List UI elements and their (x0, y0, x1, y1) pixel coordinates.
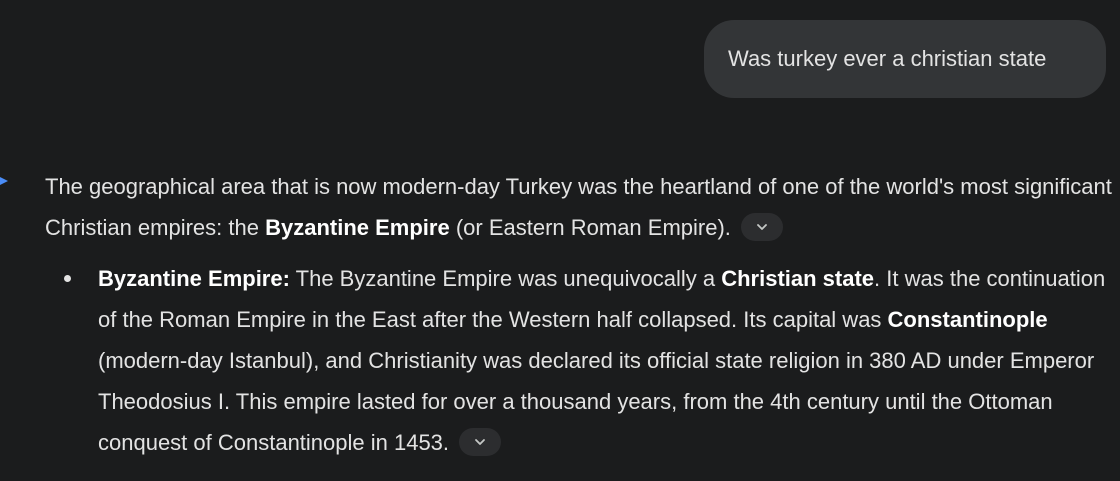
bold-term: Byzantine Empire: (98, 266, 290, 291)
bold-christian-state: Christian state (721, 266, 875, 291)
chevron-down-icon (475, 439, 486, 446)
gemini-spark-icon (0, 177, 8, 185)
expand-sources-chip[interactable] (459, 428, 502, 457)
response-intro-paragraph: The geographical area that is now modern… (45, 174, 1112, 242)
expand-sources-chip[interactable] (741, 213, 784, 242)
bold-byzantine-empire: Byzantine Empire (265, 215, 450, 240)
bullet-dot (64, 275, 71, 282)
bold-constantinople: Constantinople (887, 307, 1048, 332)
model-response: The geographical area that is now modern… (45, 166, 1115, 463)
user-message-text: Was turkey ever a christian state (728, 46, 1047, 71)
response-bullet-list: Byzantine Empire: The Byzantine Empire w… (45, 258, 1115, 463)
chevron-down-icon (757, 224, 767, 231)
user-message-bubble: Was turkey ever a christian state (704, 20, 1106, 98)
list-item: Byzantine Empire: The Byzantine Empire w… (45, 258, 1115, 463)
